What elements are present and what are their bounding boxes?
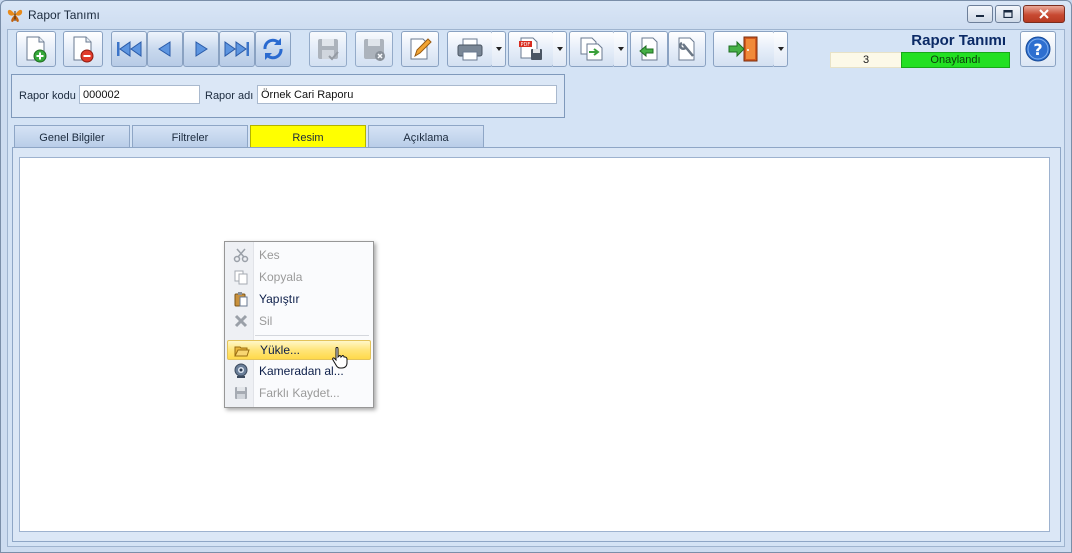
- image-context-menu: Kes Kopyala Yapıştır Sil Yükle... Kamera…: [224, 241, 374, 408]
- chevron-down-icon: [556, 47, 563, 51]
- rapor-kodu-label: Rapor kodu: [19, 90, 76, 102]
- menu-item-yapistir[interactable]: Yapıştır: [227, 288, 371, 310]
- pdf-export-button[interactable]: PDF: [508, 31, 554, 67]
- save-button[interactable]: [309, 31, 347, 67]
- menu-item-label: Farklı Kaydet...: [259, 386, 340, 400]
- menu-item-kameradan-al[interactable]: Kameradan al...: [227, 360, 371, 382]
- rapor-adi-field[interactable]: Örnek Cari Raporu: [257, 85, 557, 104]
- import-button[interactable]: [630, 31, 668, 67]
- pdf-dropdown-arrow[interactable]: [553, 31, 567, 67]
- mouse-pointer-icon: [332, 347, 348, 369]
- form-header-title: Rapor Tanımı: [911, 32, 1006, 49]
- exit-button[interactable]: [713, 31, 775, 67]
- menu-item-label: Kes: [259, 248, 280, 262]
- delete-x-icon: [234, 314, 248, 328]
- tab-aciklama[interactable]: Açıklama: [368, 125, 484, 147]
- close-icon: [1039, 9, 1049, 19]
- pdf-export-icon: PDF: [519, 37, 542, 60]
- svg-text:PDF: PDF: [521, 42, 531, 48]
- print-dropdown-arrow[interactable]: [492, 31, 506, 67]
- record-number: 3: [830, 52, 902, 68]
- import-icon: [639, 37, 658, 61]
- new-record-button[interactable]: [16, 31, 56, 67]
- menu-item-kopyala[interactable]: Kopyala: [227, 266, 371, 288]
- menu-item-farkli-kaydet[interactable]: Farklı Kaydet...: [227, 382, 371, 404]
- delete-record-button[interactable]: [63, 31, 103, 67]
- print-icon: [457, 38, 483, 61]
- previous-record-icon: [158, 41, 171, 57]
- last-record-icon: [224, 41, 249, 57]
- chevron-down-icon: [777, 47, 784, 51]
- menu-item-kes[interactable]: Kes: [227, 244, 371, 266]
- exit-dropdown-arrow[interactable]: [774, 31, 788, 67]
- status-badge: Onaylandı: [901, 52, 1010, 68]
- help-icon: ?: [1025, 36, 1051, 62]
- print-button[interactable]: [447, 31, 493, 67]
- first-record-icon: [117, 41, 142, 57]
- title-bar: Rapor Tanımı: [1, 1, 1071, 29]
- rapor-kodu-field[interactable]: 000002: [79, 85, 200, 104]
- menu-item-label: Yapıştır: [259, 292, 300, 306]
- copy-record-icon: [580, 37, 603, 61]
- paste-icon: [234, 292, 248, 307]
- form-client-area: PDF Rapor Tanımı 3 Onaylandı ? Rapor kod…: [7, 29, 1065, 547]
- svg-text:?: ?: [1033, 40, 1042, 59]
- copy-dropdown-arrow[interactable]: [614, 31, 628, 67]
- edit-button[interactable]: [401, 31, 439, 67]
- app-window: Rapor Tanımı PDF Rapor Tanımı 3 Onayland…: [0, 0, 1072, 553]
- first-record-button[interactable]: [111, 31, 147, 67]
- menu-item-label: Sil: [259, 314, 273, 328]
- maximize-icon: [1003, 10, 1013, 18]
- new-record-icon: [26, 36, 47, 63]
- minimize-icon: [976, 15, 984, 17]
- header-fields-panel: Rapor kodu 000002 Rapor adı Örnek Cari R…: [11, 74, 565, 118]
- menu-item-yukle[interactable]: Yükle...: [227, 340, 371, 360]
- tab-genel-bilgiler[interactable]: Genel Bilgiler: [14, 125, 130, 147]
- menu-item-label: Yükle...: [260, 343, 301, 357]
- next-record-icon: [195, 41, 208, 57]
- close-button[interactable]: [1023, 5, 1065, 23]
- save-icon: [318, 39, 339, 61]
- menu-item-sil[interactable]: Sil: [227, 310, 371, 332]
- save-as-icon: [235, 387, 247, 399]
- refresh-icon: [263, 38, 283, 60]
- copy-record-button[interactable]: [569, 31, 615, 67]
- minimize-button[interactable]: [967, 5, 993, 23]
- delete-record-icon: [73, 36, 94, 63]
- image-box[interactable]: [19, 157, 1050, 532]
- folder-open-icon: [234, 346, 250, 357]
- settings-icon: [678, 37, 695, 61]
- next-record-button[interactable]: [183, 31, 219, 67]
- previous-record-button[interactable]: [147, 31, 183, 67]
- copy-icon: [234, 270, 248, 285]
- menu-item-label: Kopyala: [259, 270, 303, 284]
- cancel-save-button[interactable]: [355, 31, 393, 67]
- help-button[interactable]: ?: [1020, 31, 1056, 67]
- maximize-button[interactable]: [995, 5, 1021, 23]
- chevron-down-icon: [495, 47, 502, 51]
- scissors-icon: [233, 248, 249, 263]
- webcam-icon: [234, 363, 248, 378]
- menu-separator: [255, 335, 369, 336]
- last-record-button[interactable]: [219, 31, 255, 67]
- menu-item-label: Kameradan al...: [259, 364, 344, 378]
- cancel-save-icon: [364, 39, 385, 61]
- resim-tab-panel: [12, 147, 1061, 542]
- refresh-button[interactable]: [255, 31, 291, 67]
- rapor-adi-label: Rapor adı: [205, 90, 254, 102]
- chevron-down-icon: [617, 47, 624, 51]
- butterfly-icon: [7, 9, 23, 22]
- exit-icon: [728, 36, 758, 62]
- edit-icon: [410, 38, 432, 60]
- main-toolbar: PDF Rapor Tanımı 3 Onaylandı ?: [10, 30, 1060, 70]
- window-title: Rapor Tanımı: [28, 8, 100, 22]
- settings-button[interactable]: [668, 31, 706, 67]
- tab-filtreler[interactable]: Filtreler: [132, 125, 248, 147]
- tab-resim[interactable]: Resim: [250, 125, 366, 147]
